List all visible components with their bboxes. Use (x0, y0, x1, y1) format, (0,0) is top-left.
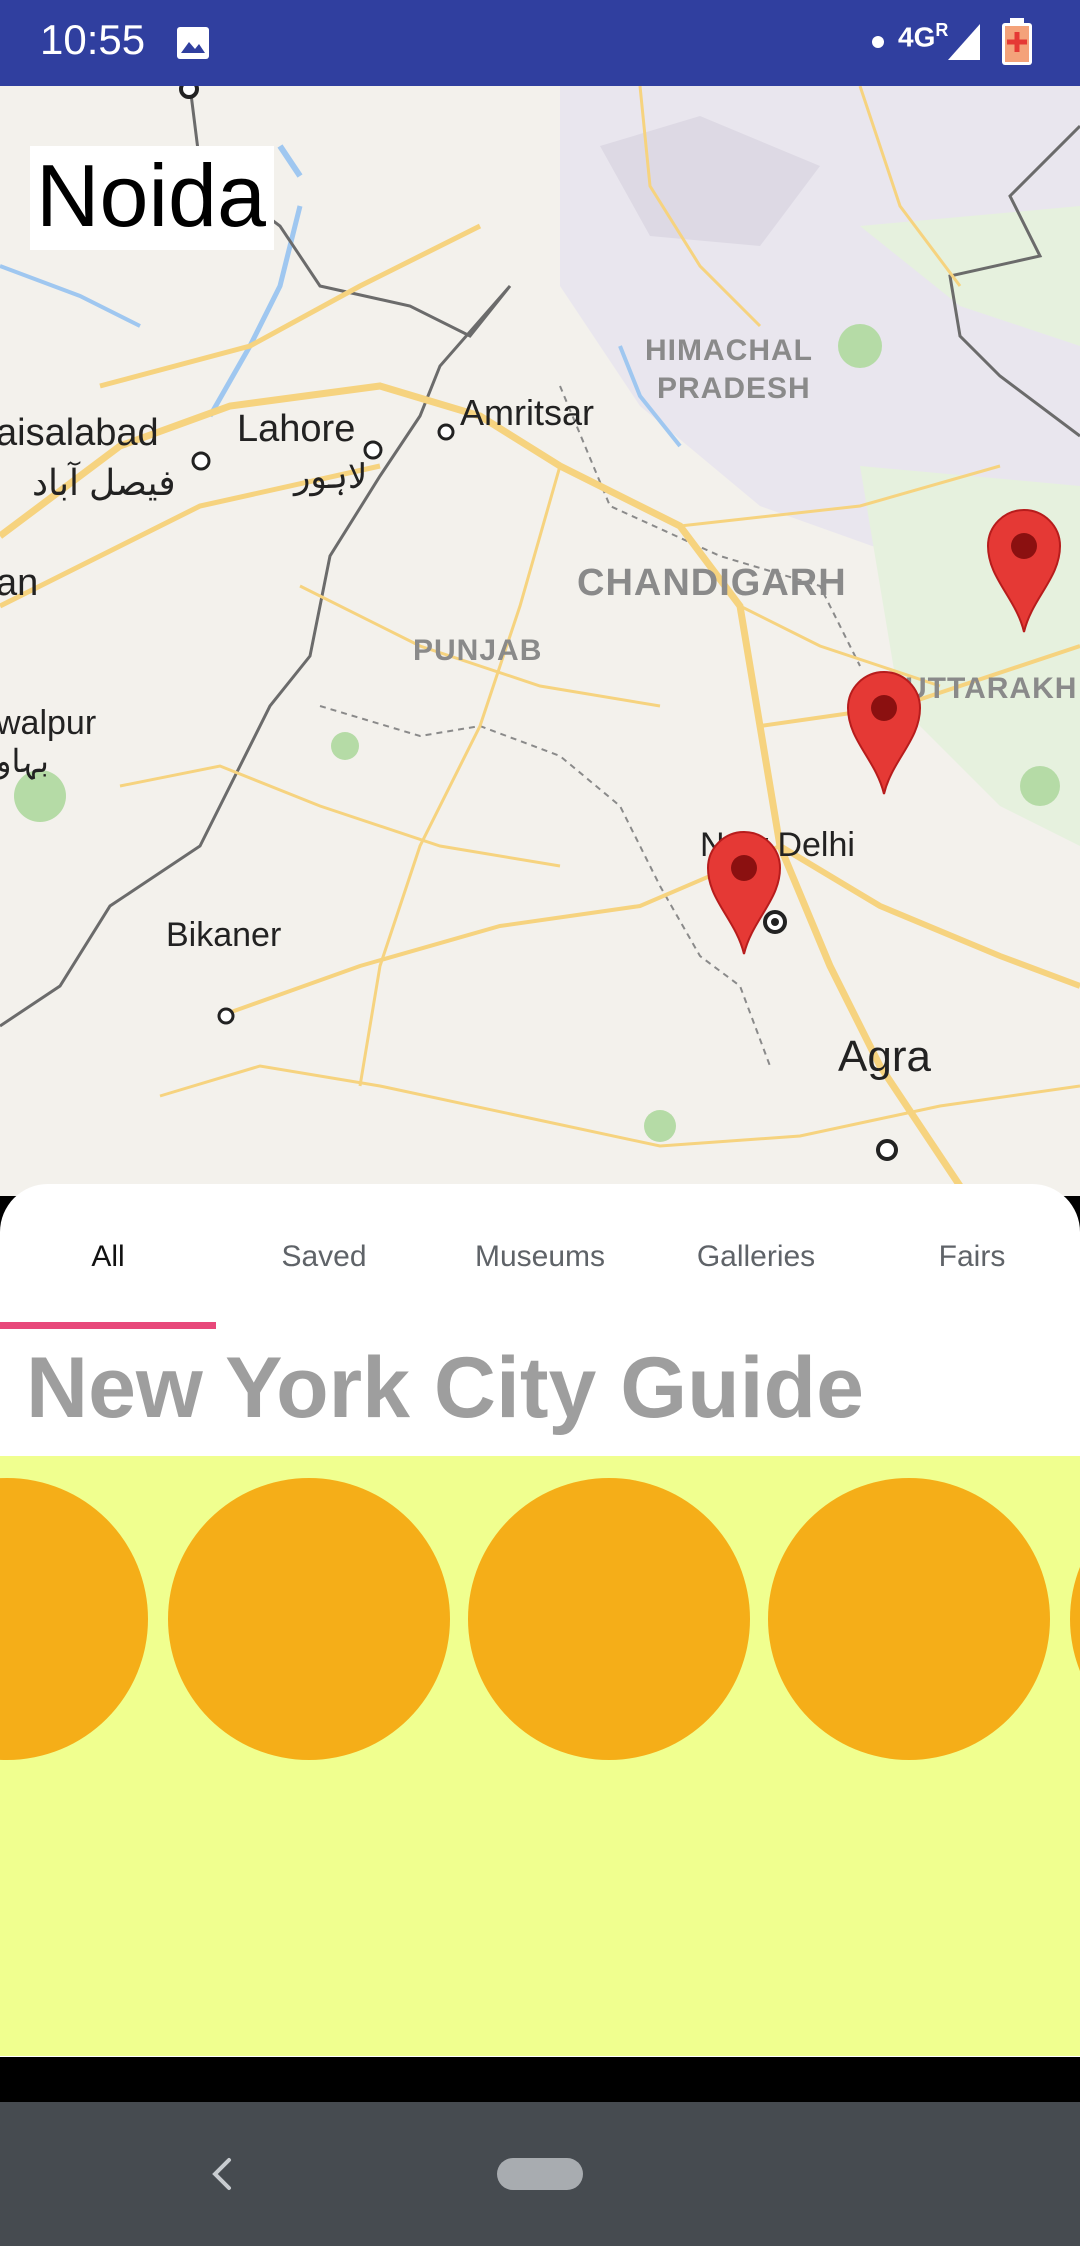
guide-card-circle[interactable] (468, 1478, 750, 1760)
map-label-lahore-urdu: لاہور (294, 458, 368, 496)
map-label-agra: Agra (838, 1032, 931, 1081)
map-label-amritsar: Amritsar (460, 392, 594, 433)
map-view[interactable]: aisalabad فیصل آباد Lahore لاہور Amritsa… (0, 86, 1080, 1196)
map-label-uttarakhand: UTTARAKH (905, 672, 1078, 705)
tab-all[interactable]: All (0, 1184, 216, 1329)
map-label-himachal: HIMACHAL (645, 334, 813, 367)
tab-indicator (0, 1322, 216, 1329)
back-icon[interactable] (205, 2154, 237, 2199)
tab-museums[interactable]: Museums (432, 1184, 648, 1329)
map-label-an: an (0, 562, 39, 604)
map-label-pradesh: PRADESH (657, 372, 811, 405)
map-pin-icon[interactable] (986, 508, 1062, 634)
city-title: Noida (36, 146, 266, 245)
status-bar: 10:55 4GR (0, 0, 1080, 86)
black-band (0, 2060, 1080, 2102)
map-label-chandigarh: CHANDIGARH (577, 562, 847, 604)
city-title-box: Noida (30, 146, 274, 250)
network-type: 4GR (898, 20, 949, 53)
notification-dot-icon (872, 36, 884, 48)
tab-galleries[interactable]: Galleries (648, 1184, 864, 1329)
map-label-punjab: PUNJAB (413, 634, 543, 667)
guide-title: New York City Guide (26, 1340, 864, 1436)
map-label-lahore: Lahore (237, 408, 356, 450)
map-pin-icon[interactable] (706, 830, 782, 956)
map-label-bikaner: Bikaner (166, 916, 282, 954)
signal-icon (946, 22, 982, 67)
status-time: 10:55 (40, 16, 146, 63)
guide-card-circle[interactable] (1070, 1478, 1080, 1760)
map-pin-icon[interactable] (846, 670, 922, 796)
navigation-bar (0, 2102, 1080, 2246)
battery-icon (1000, 18, 1034, 71)
guide-card-circle[interactable] (0, 1478, 148, 1760)
guide-card-circle[interactable] (168, 1478, 450, 1760)
map-label-bahawalpur: walpur (0, 704, 97, 742)
home-pill-icon[interactable] (497, 2158, 583, 2190)
map-label-bahawalpur-urdu: بہاو (0, 743, 49, 779)
bottom-sheet[interactable]: All Saved Museums Galleries Fairs New Yo… (0, 1184, 1080, 2057)
guide-panel[interactable] (0, 1456, 1080, 2056)
map-label-faisalabad: aisalabad (0, 412, 159, 454)
guide-card-circle[interactable] (768, 1478, 1050, 1760)
tab-saved[interactable]: Saved (216, 1184, 432, 1329)
image-icon (176, 26, 210, 65)
tab-fairs[interactable]: Fairs (864, 1184, 1080, 1329)
map-label-faisalabad-urdu: فیصل آباد (32, 462, 176, 503)
tab-bar: All Saved Museums Galleries Fairs (0, 1184, 1080, 1329)
